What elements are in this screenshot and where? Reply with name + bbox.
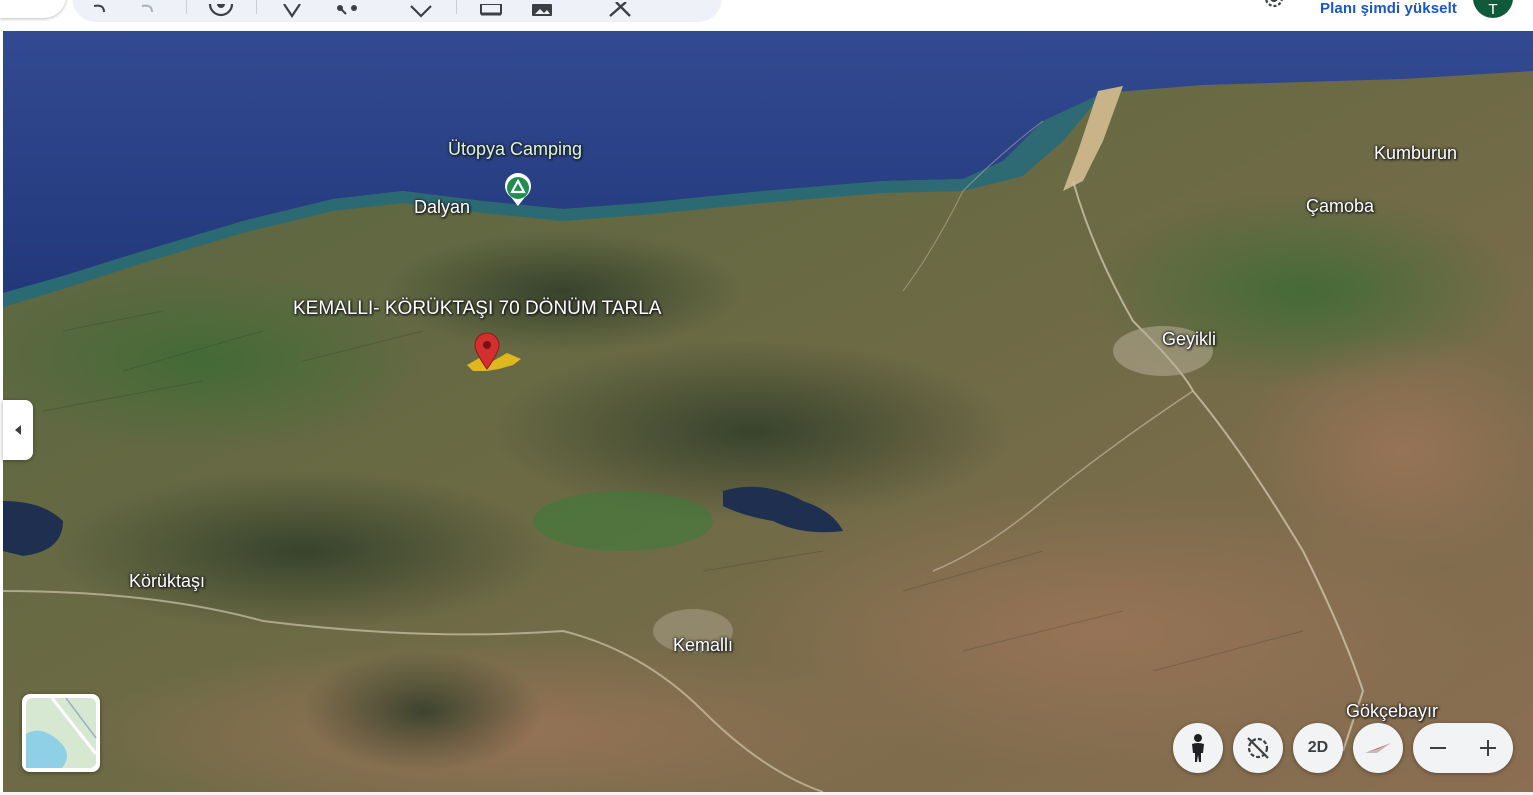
place-label-kemalli: Kemallı [673,635,734,655]
tilt-button[interactable] [1233,723,1283,773]
sidebar-toggle-button[interactable] [3,400,33,460]
satellite-map[interactable]: Ütopya Camping Dalyan Kumburun Çamoba Ge… [3,31,1533,792]
project-icon[interactable] [478,0,504,18]
place-label-geyikli: Geyikli [1162,329,1217,349]
plus-icon [1480,740,1496,756]
place-label-gokcebayir: Gökçebayır [1346,701,1439,721]
terrain-imagery [3,31,1533,792]
zoom-controls [1413,723,1513,773]
place-label-kumburun: Kumburun [1374,143,1458,163]
zoom-out-button[interactable] [1413,723,1463,773]
search-box[interactable] [0,0,66,18]
no-tilt-icon [1247,737,1269,759]
undo-icon[interactable] [88,0,114,18]
top-bar: Planı şimdi yükselt T [0,0,1533,31]
upgrade-plan-link[interactable]: Planı şimdi yükselt [1320,0,1457,17]
placemark-pin-icon[interactable] [472,331,502,371]
poi-label-camping[interactable]: Ütopya Camping [448,139,582,160]
add-placemark-icon[interactable] [279,0,305,18]
camping-pin-icon[interactable] [503,173,533,207]
place-label-koruktasi: Körüktaşı [129,571,206,591]
image-icon[interactable] [529,0,555,18]
chevron-left-icon [15,425,21,435]
pegman-button[interactable] [1173,723,1223,773]
toolbar [72,0,722,22]
redo-icon[interactable] [134,0,160,18]
view-mode-2d-button[interactable]: 2D [1293,723,1343,773]
compass-icon [1365,743,1391,753]
placemark-title[interactable]: KEMALLI- KÖRÜKTAŞI 70 DÖNÜM TARLA [293,298,661,320]
minus-icon [1430,747,1446,749]
map-layers-thumbnail [26,697,98,768]
place-label-camoba: Çamoba [1306,196,1375,216]
toolbar-divider [456,0,457,14]
measure-icon[interactable] [606,0,632,18]
toolbar-divider [186,0,187,14]
map-layers-button[interactable] [22,694,100,772]
zoom-in-button[interactable] [1463,723,1513,773]
polygon-icon[interactable] [408,0,434,18]
toolbar-divider [256,0,257,14]
pegman-icon [1192,734,1204,762]
compass-button[interactable] [1353,723,1403,773]
path-icon[interactable] [334,0,360,18]
avatar[interactable]: T [1473,0,1513,18]
target-icon[interactable] [208,0,234,18]
place-label-dalyan: Dalyan [414,197,471,217]
gear-icon[interactable] [1261,0,1287,12]
